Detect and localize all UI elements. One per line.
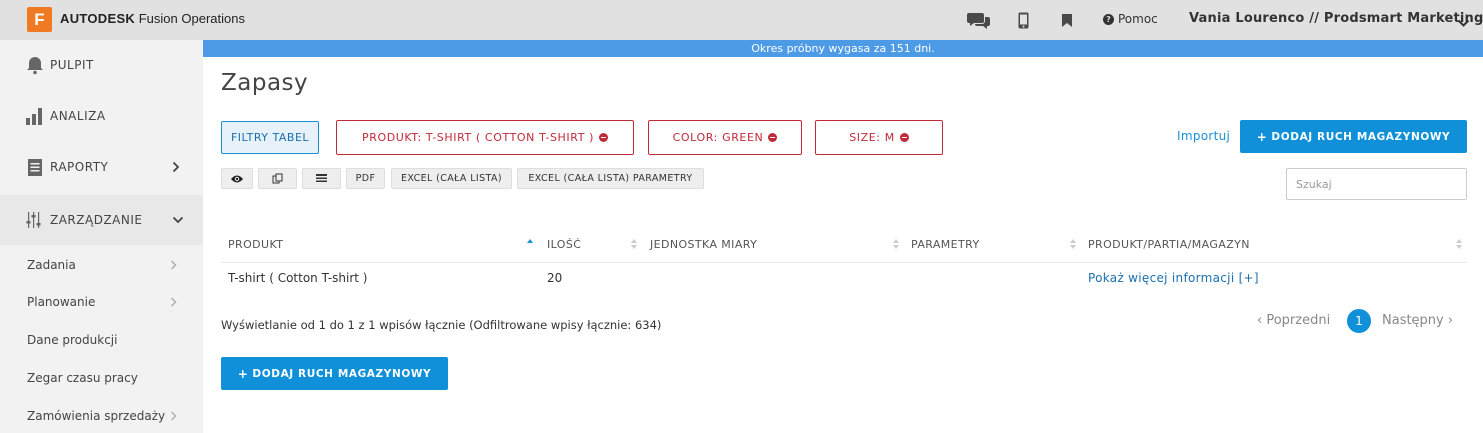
top-bar: F AUTODESK Fusion Operations ? Pomoc Van… bbox=[0, 0, 1483, 40]
filter-chip-size[interactable]: SIZE: M bbox=[815, 120, 943, 155]
copy-icon bbox=[272, 173, 282, 183]
column-visibility-button[interactable] bbox=[221, 168, 253, 189]
pagination-next-label: Następny bbox=[1382, 313, 1444, 328]
filter-chip-color[interactable]: COLOR: GREEN bbox=[648, 120, 802, 155]
page-title: Zapasy bbox=[221, 70, 309, 96]
chevron-right-icon: › bbox=[1443, 313, 1454, 328]
brand-name: AUTODESK Fusion Operations bbox=[60, 11, 245, 26]
sidebar-item-label: PULPIT bbox=[50, 58, 94, 72]
brand-bold: AUTODESK bbox=[60, 11, 136, 26]
sidebar-subitem-zadania[interactable]: Zadania bbox=[27, 258, 76, 272]
sliders-icon bbox=[26, 212, 41, 228]
brand-rest: Fusion Operations bbox=[135, 11, 245, 26]
cell-ilosc: 20 bbox=[547, 271, 563, 285]
sidebar-item-zarzadzanie[interactable]: ZARZĄDZANIE bbox=[0, 195, 203, 245]
bell-icon bbox=[27, 57, 43, 75]
help-icon: ? bbox=[1103, 13, 1114, 25]
add-stock-movement-button[interactable]: + DODAJ RUCH MAGAZYNOWY bbox=[1240, 120, 1467, 153]
trial-banner: Okres próbny wygasa za 151 dni. bbox=[203, 40, 1483, 57]
cell-produkt: T-shirt ( Cotton T-shirt ) bbox=[228, 271, 368, 285]
import-link[interactable]: Importuj bbox=[1177, 129, 1230, 143]
table-view-button[interactable] bbox=[302, 168, 341, 189]
excel-export-button[interactable]: EXCEL (CAŁA LISTA) bbox=[391, 168, 512, 189]
sidebar-item-label: ANALIZA bbox=[50, 109, 106, 123]
user-menu[interactable]: Vania Lourenco // Prodsmart Marketing bbox=[1189, 11, 1483, 26]
sidebar-item-label: ZARZĄDZANIE bbox=[50, 213, 143, 227]
chevron-right-icon bbox=[171, 297, 177, 307]
sidebar-item-label: RAPORTY bbox=[50, 160, 109, 174]
mobile-icon[interactable] bbox=[1016, 8, 1030, 32]
excel-params-export-button[interactable]: EXCEL (CAŁA LISTA) PARAMETRY bbox=[517, 168, 704, 189]
filter-chip-produkt[interactable]: PRODUKT: T-SHIRT ( COTTON T-SHIRT ) bbox=[336, 120, 634, 155]
help-link[interactable]: ? Pomoc bbox=[1103, 12, 1158, 26]
sidebar-subitem-zegar[interactable]: Zegar czasu pracy bbox=[27, 371, 138, 385]
sidebar-subitem-zamowienia[interactable]: Zamówienia sprzedaży bbox=[27, 409, 165, 423]
chevron-right-icon bbox=[172, 161, 180, 173]
remove-filter-icon[interactable] bbox=[599, 133, 609, 142]
sidebar: PULPIT ANALIZA RAPORTY ZARZĄDZANIE Zadan… bbox=[0, 40, 203, 433]
sidebar-subitem-dane-produkcji[interactable]: Dane produkcji bbox=[27, 333, 117, 347]
filter-chip-label: PRODUKT: T-SHIRT ( COTTON T-SHIRT ) bbox=[361, 131, 595, 144]
pagination-next[interactable]: Następny › bbox=[1382, 313, 1453, 328]
table-info-text: Wyświetlanie od 1 do 1 z 1 wpisów łączni… bbox=[221, 318, 662, 332]
table-header-divider bbox=[221, 262, 1467, 263]
bookmark-icon[interactable] bbox=[1061, 8, 1073, 32]
button-label: DODAJ RUCH MAGAZYNOWY bbox=[252, 367, 432, 380]
plus-icon: + bbox=[1256, 129, 1268, 144]
pdf-export-button[interactable]: PDF bbox=[346, 168, 385, 189]
table-icon bbox=[316, 174, 327, 182]
pagination-prev-label: Poprzedni bbox=[1266, 313, 1331, 328]
sidebar-item-raporty[interactable]: RAPORTY bbox=[0, 142, 203, 192]
chevron-left-icon: ‹ bbox=[1257, 313, 1267, 328]
remove-filter-icon[interactable] bbox=[768, 133, 778, 142]
sort-asc-icon[interactable] bbox=[527, 238, 534, 251]
column-header-ilosc[interactable]: ILOŚĆ bbox=[547, 238, 581, 251]
chevron-down-icon[interactable] bbox=[1457, 13, 1470, 32]
sort-icon[interactable] bbox=[1456, 238, 1463, 251]
sort-icon[interactable] bbox=[893, 238, 900, 251]
chevron-down-icon bbox=[172, 216, 184, 224]
report-icon bbox=[28, 159, 42, 176]
sort-icon[interactable] bbox=[631, 238, 638, 251]
column-header-lokalizacja[interactable]: PRODUKT/PARTIA/MAGAZYN bbox=[1088, 238, 1250, 251]
remove-filter-icon[interactable] bbox=[899, 133, 909, 142]
sidebar-subitem-planowanie[interactable]: Planowanie bbox=[27, 295, 95, 309]
show-more-info-link[interactable]: Pokaż więcej informacji [+] bbox=[1088, 271, 1259, 285]
search-input[interactable] bbox=[1286, 168, 1467, 200]
copy-button[interactable] bbox=[258, 168, 297, 189]
fusion-logo-icon[interactable]: F bbox=[27, 7, 52, 32]
column-header-jednostka[interactable]: JEDNOSTKA MIARY bbox=[650, 238, 757, 251]
chat-icon[interactable] bbox=[966, 8, 992, 32]
column-header-parametry[interactable]: PARAMETRY bbox=[911, 238, 980, 251]
table-filters-button[interactable]: FILTRY TABEL bbox=[221, 121, 319, 154]
bar-chart-icon bbox=[26, 108, 42, 125]
pagination-prev[interactable]: ‹ Poprzedni bbox=[1257, 313, 1330, 328]
chevron-right-icon bbox=[171, 411, 177, 421]
sidebar-item-analiza[interactable]: ANALIZA bbox=[0, 91, 203, 141]
help-label: Pomoc bbox=[1118, 12, 1158, 26]
sidebar-item-pulpit[interactable]: PULPIT bbox=[0, 40, 203, 90]
chevron-right-icon bbox=[171, 260, 177, 270]
sort-icon[interactable] bbox=[1070, 238, 1077, 251]
button-label: DODAJ RUCH MAGAZYNOWY bbox=[1271, 130, 1451, 143]
column-header-produkt[interactable]: PRODUKT bbox=[228, 238, 283, 251]
filter-chip-label: SIZE: M bbox=[849, 131, 895, 144]
pagination-page-current[interactable]: 1 bbox=[1347, 309, 1371, 333]
filter-chip-label: COLOR: GREEN bbox=[672, 131, 764, 144]
add-stock-movement-button-bottom[interactable]: + DODAJ RUCH MAGAZYNOWY bbox=[221, 357, 448, 390]
eye-icon bbox=[231, 175, 243, 182]
plus-icon: + bbox=[237, 366, 249, 381]
